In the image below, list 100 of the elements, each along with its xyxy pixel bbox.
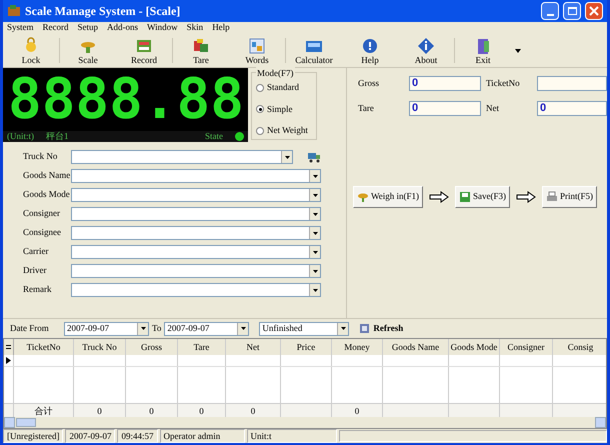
field-label: Tare [358, 102, 375, 115]
field-label: Consigner [23, 207, 61, 220]
unit-label: (Unit:t) [7, 130, 34, 143]
dropdown-arrow-button[interactable] [281, 151, 292, 163]
menu-item[interactable]: Setup [78, 21, 98, 35]
column-header: Price [281, 339, 332, 355]
toolbar-button[interactable]: Exit [455, 34, 511, 67]
date-picker[interactable]: 2007-09-07 [64, 322, 149, 336]
dropdown-arrow-button[interactable] [309, 227, 320, 239]
date-picker[interactable]: 2007-09-07 [164, 322, 250, 336]
group-title: Mode(F7) [256, 67, 294, 80]
close-button[interactable] [585, 2, 603, 20]
maximize-button[interactable] [563, 2, 581, 20]
dropdown-arrow-button[interactable] [237, 322, 248, 334]
field-label: Carrier [23, 245, 50, 258]
field-label: TicketNo [486, 76, 521, 90]
dropdown-arrow-button[interactable] [137, 322, 148, 334]
mode-radio[interactable]: Simple [256, 102, 312, 116]
menu-item[interactable]: Add-ons [107, 21, 138, 35]
caret-icon [312, 194, 318, 196]
info-icon [417, 36, 435, 54]
caret-icon [140, 327, 146, 330]
input-field[interactable]: 0 [409, 76, 481, 91]
input-field[interactable]: 0 [409, 101, 481, 116]
menu-item[interactable]: Record [42, 21, 69, 35]
input-field[interactable]: 0 [537, 101, 607, 116]
column-header: Goods Mode [449, 339, 500, 355]
status-segment: Unit:t [246, 429, 336, 443]
minimize-button[interactable] [541, 2, 559, 20]
scale-label: 秤台1 [46, 130, 70, 143]
combo-field[interactable] [71, 188, 321, 202]
dropdown-arrow-button[interactable] [309, 265, 320, 277]
menu-item[interactable]: System [7, 21, 34, 35]
toolbar-button[interactable]: Tare [173, 34, 229, 67]
status-segment: Operator admin [160, 429, 244, 443]
field-label: Date From [10, 322, 50, 335]
arrow-icon [516, 191, 536, 203]
status-segment: [Unregistered] [3, 429, 64, 443]
toolbar-button[interactable]: About [398, 34, 454, 67]
caret-icon [312, 174, 318, 178]
caret-icon [284, 156, 290, 158]
field-label: To [152, 322, 162, 335]
action-button[interactable]: Save(F3) [455, 186, 510, 208]
toolbar-button[interactable]: Calculator [286, 34, 342, 67]
combo-field[interactable] [71, 226, 321, 240]
dropdown-arrow-button[interactable] [309, 208, 320, 220]
close-icon [589, 6, 599, 16]
weight-reading: 8888.88 [8, 72, 244, 128]
field-label: Net [486, 102, 500, 115]
picture-frame-icon [248, 36, 266, 54]
state-label: State [205, 130, 223, 143]
combo-field[interactable] [71, 283, 321, 297]
combo-field[interactable] [71, 207, 321, 221]
horizontal-scrollbar[interactable] [4, 417, 606, 428]
truck-icon[interactable] [307, 151, 321, 163]
overflow-chevron-icon[interactable] [515, 48, 521, 52]
combo-field[interactable] [71, 264, 321, 278]
menu-item[interactable]: Skin [186, 21, 204, 35]
status-segment: 09:44:57 [117, 429, 158, 443]
action-button[interactable]: Print(F5) [542, 186, 598, 208]
arrow-icon [429, 191, 450, 203]
status-dropdown[interactable]: Unfinished [259, 322, 350, 336]
combo-field[interactable] [71, 245, 321, 259]
caret-icon [312, 250, 318, 254]
toolbar-button[interactable]: Help [342, 34, 398, 67]
toolbar-button[interactable]: Words [229, 34, 285, 67]
help-icon [361, 36, 379, 54]
dropdown-arrow-button[interactable] [309, 246, 320, 258]
toolbar-button[interactable]: Lock [3, 34, 59, 67]
mode-radio[interactable]: Net Weight [256, 124, 312, 138]
caret-icon [312, 270, 318, 272]
column-header: TicketNo [14, 339, 74, 355]
row-pointer-icon [6, 357, 11, 364]
field-label: Driver [23, 264, 48, 278]
action-button[interactable]: Weigh in(F1) [353, 186, 424, 208]
dropdown-arrow-button[interactable] [337, 322, 348, 334]
dropdown-arrow-button[interactable] [309, 284, 320, 296]
menu-item[interactable]: Window [147, 21, 178, 35]
column-header: Goods Name [383, 339, 449, 355]
input-field[interactable] [537, 76, 607, 91]
field-label: Truck No [23, 150, 58, 164]
caret-icon [312, 288, 318, 292]
caret-icon [312, 212, 318, 216]
menu-item[interactable]: Help [212, 21, 230, 35]
boxes-icon [192, 36, 210, 54]
mode-radio[interactable]: Standard [256, 81, 312, 94]
toolbar-button[interactable]: Record [116, 34, 172, 67]
combo-field[interactable] [71, 169, 321, 183]
dropdown-arrow-button[interactable] [309, 170, 320, 182]
combo-field[interactable] [71, 150, 293, 164]
column-header: Consigner [500, 339, 553, 355]
column-header: Tare [178, 339, 226, 355]
refresh-button[interactable]: Refresh [359, 322, 404, 336]
field-label: Remark [23, 283, 52, 296]
caret-icon [340, 327, 346, 330]
field-label: Gross [358, 76, 380, 90]
dropdown-arrow-button[interactable] [309, 189, 320, 201]
window-title: Scale Manage System - [Scale] [25, 3, 182, 20]
toolbar-button[interactable]: Scale [60, 34, 116, 67]
column-header: Net [226, 339, 281, 355]
